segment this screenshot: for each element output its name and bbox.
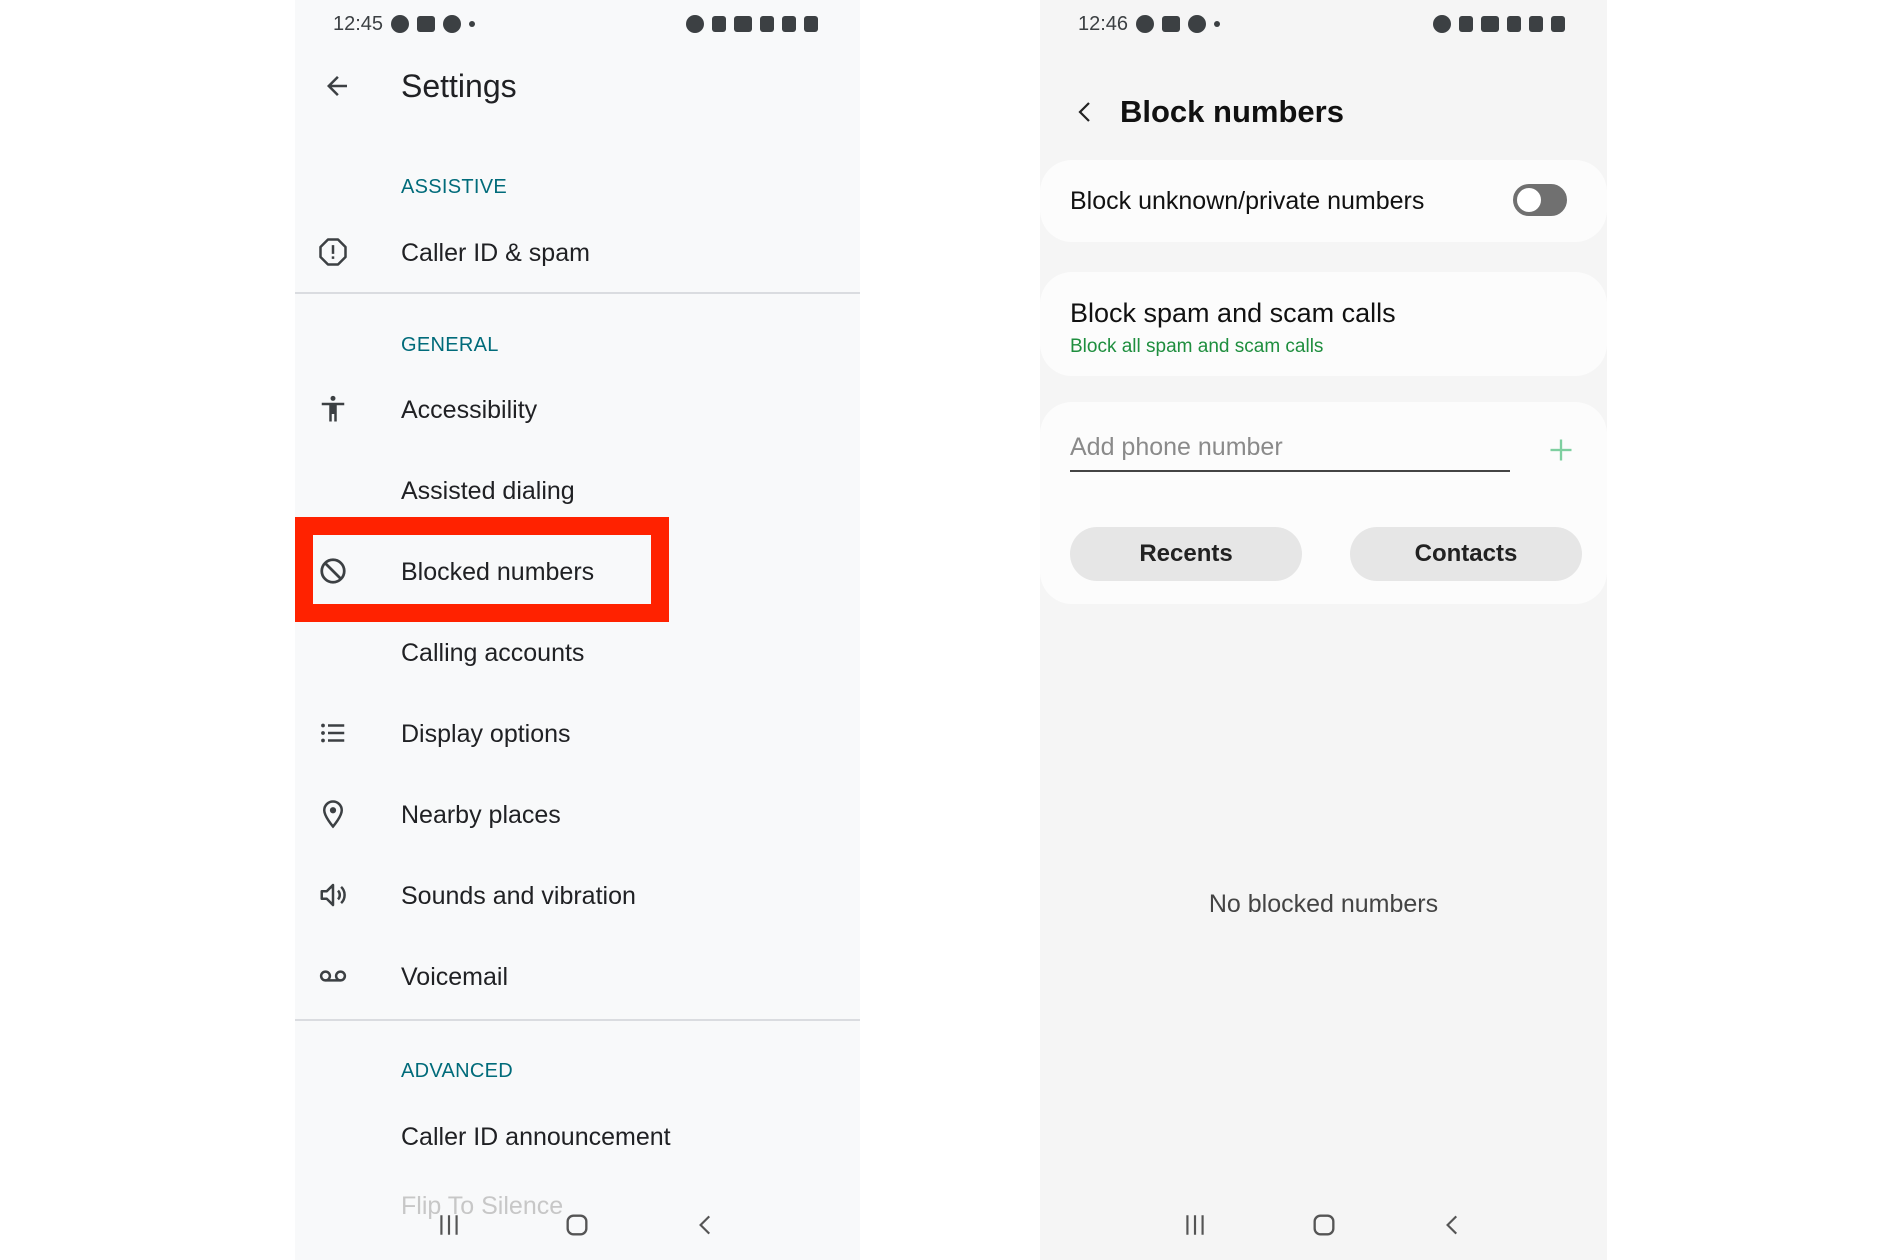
alarm-icon: [1433, 15, 1451, 33]
back-button[interactable]: [319, 68, 355, 104]
settings-item-label: Assisted dialing: [401, 477, 575, 505]
wifi-icon: [734, 16, 752, 32]
recents-button[interactable]: Recents: [1070, 527, 1302, 581]
alert-circle-icon: [316, 235, 350, 269]
bluetooth-icon: [712, 16, 726, 32]
accessibility-icon: [316, 392, 350, 426]
wear-icon: [443, 15, 462, 33]
chevron-left-icon: [698, 1215, 710, 1235]
chevron-left-icon: [1078, 102, 1090, 122]
home-button[interactable]: [1304, 1205, 1344, 1245]
highlight-box: [295, 517, 669, 622]
settings-item-caller-id[interactable]: Caller ID & spam: [295, 220, 860, 286]
bluetooth-icon: [1459, 16, 1473, 32]
signal-icon: [1507, 16, 1521, 32]
recent-apps-button[interactable]: [429, 1205, 469, 1245]
voicemail-icon: [316, 959, 350, 993]
block-spam-title: Block spam and scam calls: [1070, 298, 1396, 328]
section-header-advanced: ADVANCED: [401, 1060, 514, 1082]
speaker-icon: [316, 878, 350, 912]
back-button[interactable]: [1070, 94, 1100, 130]
notification-dot-icon: [469, 21, 476, 27]
toggle-knob: [1515, 186, 1543, 214]
settings-item-label: Caller ID & spam: [401, 239, 590, 267]
settings-item-display-options[interactable]: Display options: [295, 701, 860, 767]
settings-item-accessibility[interactable]: Accessibility: [295, 377, 860, 443]
block-unknown-label: Block unknown/private numbers: [1070, 187, 1425, 215]
section-header-assistive: ASSISTIVE: [401, 176, 508, 198]
image-icon: [417, 16, 436, 32]
nav-back-button[interactable]: [1433, 1205, 1473, 1245]
status-bar: 12:46: [1040, 0, 1607, 48]
settings-item-label: Display options: [401, 720, 571, 748]
settings-item-caller-id-announcement[interactable]: Caller ID announcement: [295, 1104, 860, 1170]
battery-icon: [804, 16, 818, 32]
alarm-icon: [686, 15, 704, 33]
recent-apps-icon: [1185, 1215, 1204, 1235]
status-bar: 12:45: [295, 0, 860, 48]
home-button[interactable]: [557, 1205, 597, 1245]
settings-item-assisted-dialing[interactable]: Assisted dialing: [295, 458, 860, 524]
settings-item-label: Calling accounts: [401, 639, 585, 667]
block-unknown-toggle[interactable]: [1513, 184, 1567, 216]
status-time: 12:46: [1078, 12, 1129, 35]
section-header-general: GENERAL: [401, 334, 499, 356]
list-icon: [316, 716, 350, 750]
wifi-icon: [1481, 16, 1499, 32]
empty-state-message: No blocked numbers: [1208, 890, 1439, 918]
add-number-button[interactable]: [1545, 434, 1577, 466]
app-bar: Block numbers: [1040, 86, 1607, 138]
settings-item-label: Caller ID announcement: [401, 1123, 671, 1151]
settings-item-label: Voicemail: [401, 963, 508, 991]
block-spam-row[interactable]: Block spam and scam calls Block all spam…: [1040, 272, 1607, 376]
settings-screen: 12:45 Settings ASSISTIVE Caller ID & spa…: [295, 0, 860, 1260]
contacts-button[interactable]: Contacts: [1350, 527, 1582, 581]
signal-icon-2: [1529, 16, 1543, 32]
settings-item-label: Sounds and vibration: [401, 882, 636, 910]
location-pin-icon: [316, 797, 350, 831]
nav-back-button[interactable]: [686, 1205, 726, 1245]
status-time: 12:45: [333, 12, 384, 35]
nav-bar: [1040, 1190, 1607, 1260]
settings-item-nearby-places[interactable]: Nearby places: [295, 782, 860, 848]
settings-item-label: Accessibility: [401, 396, 538, 424]
image-icon: [1162, 16, 1181, 32]
page-title: Settings: [401, 68, 517, 104]
plus-icon: [1550, 439, 1572, 461]
divider: [295, 292, 860, 294]
settings-item-label: Nearby places: [401, 801, 561, 829]
settings-item-voicemail[interactable]: Voicemail: [295, 944, 860, 1010]
chevron-left-icon: [1445, 1215, 1457, 1235]
home-icon: [1313, 1214, 1334, 1236]
divider: [295, 1019, 860, 1021]
block-unknown-row[interactable]: Block unknown/private numbers: [1040, 160, 1607, 242]
settings-item-calling-accounts[interactable]: Calling accounts: [295, 620, 860, 686]
wear-icon: [1188, 15, 1207, 33]
battery-icon: [1551, 16, 1565, 32]
settings-item-sounds[interactable]: Sounds and vibration: [295, 863, 860, 929]
block-spam-subtitle: Block all spam and scam calls: [1070, 336, 1324, 357]
notification-dot-icon: [1214, 21, 1221, 27]
nav-bar: [295, 1190, 860, 1260]
arrow-left-icon: [327, 76, 347, 96]
signal-icon: [760, 16, 774, 32]
recent-apps-icon: [440, 1215, 458, 1235]
fan-icon: [391, 15, 410, 33]
recent-apps-button[interactable]: [1175, 1205, 1215, 1245]
fan-icon: [1136, 15, 1155, 33]
home-icon: [566, 1214, 588, 1236]
add-phone-number-input[interactable]: [1070, 424, 1510, 472]
signal-icon-2: [782, 16, 796, 32]
add-number-card: Recents Contacts: [1040, 402, 1607, 604]
app-bar: Settings: [295, 60, 860, 114]
page-title: Block numbers: [1120, 94, 1344, 129]
block-numbers-screen: 12:46 Block numbers Block unknown/privat…: [1040, 0, 1607, 1260]
